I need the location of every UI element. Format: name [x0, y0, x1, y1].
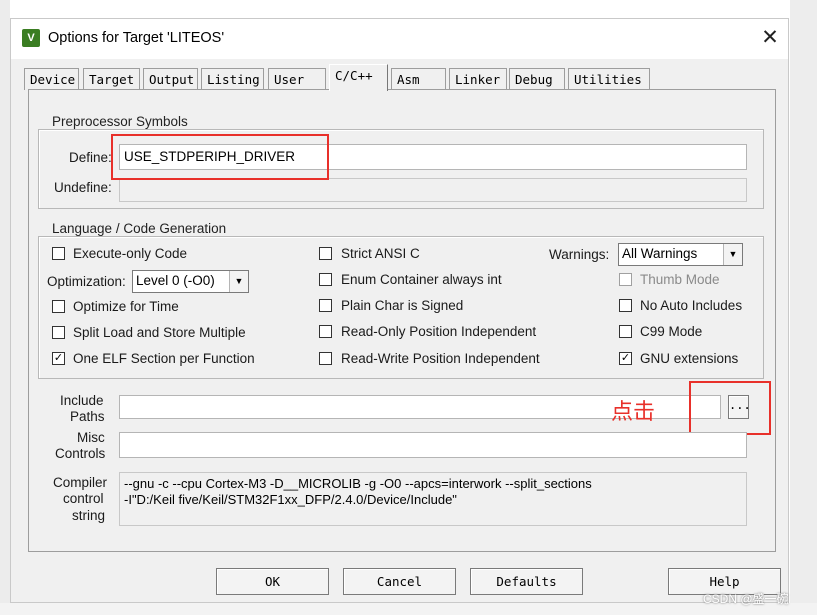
title-bar: V Options for Target 'LITEOS' ✕: [11, 19, 788, 59]
language-group-title: Language / Code Generation: [49, 221, 230, 236]
ro-pos-checkbox[interactable]: [319, 325, 332, 338]
tab-asm[interactable]: Asm: [391, 68, 446, 90]
close-icon[interactable]: ✕: [757, 25, 783, 51]
rw-pos-checkbox[interactable]: [319, 352, 332, 365]
no-auto-includes-label: No Auto Includes: [640, 298, 743, 313]
optimization-label: Optimization:: [47, 274, 126, 289]
compiler-string-line2: -I"D:/Keil five/Keil/STM32F1xx_DFP/2.4.0…: [124, 492, 457, 507]
warnings-value: All Warnings: [622, 246, 698, 261]
execute-only-checkbox[interactable]: [52, 247, 65, 260]
misc-controls-label-line2: Controls: [55, 446, 106, 461]
enum-container-label: Enum Container always int: [341, 272, 502, 287]
compiler-string-line1: --gnu -c --cpu Cortex-M3 -D__MICROLIB -g…: [124, 476, 592, 491]
split-load-checkbox[interactable]: [52, 326, 65, 339]
warnings-label: Warnings:: [549, 247, 610, 262]
keil-app-icon: V: [22, 29, 40, 47]
defaults-button[interactable]: Defaults: [470, 568, 583, 595]
tab-c-cpp[interactable]: C/C++: [329, 64, 388, 91]
rw-pos-label: Read-Write Position Independent: [341, 351, 540, 366]
plain-char-label: Plain Char is Signed: [341, 298, 464, 313]
optimize-time-checkbox[interactable]: [52, 300, 65, 313]
no-auto-includes-checkbox[interactable]: [619, 299, 632, 312]
undefine-label: Undefine:: [54, 180, 112, 195]
undefine-input[interactable]: [119, 178, 747, 202]
optimize-time-label: Optimize for Time: [73, 299, 179, 314]
preprocessor-group-title: Preprocessor Symbols: [49, 114, 191, 129]
window-title: Options for Target 'LITEOS': [48, 30, 225, 46]
browse-highlight-box: [689, 381, 771, 435]
one-elf-label: One ELF Section per Function: [73, 351, 255, 366]
gnu-extensions-checkbox[interactable]: ✓: [619, 352, 632, 365]
background-bottom: [0, 603, 817, 615]
plain-char-checkbox[interactable]: [319, 299, 332, 312]
strict-ansi-label: Strict ANSI C: [341, 246, 420, 261]
tab-user[interactable]: User: [268, 68, 326, 90]
define-label: Define:: [69, 150, 112, 165]
tab-debug[interactable]: Debug: [509, 68, 565, 90]
compiler-string-label-line3: string: [72, 508, 106, 523]
thumb-mode-checkbox[interactable]: [619, 273, 632, 286]
compiler-string-label-line1: Compiler: [53, 475, 108, 490]
strict-ansi-checkbox[interactable]: [319, 247, 332, 260]
misc-controls-input[interactable]: [119, 432, 747, 458]
tab-listing[interactable]: Listing: [201, 68, 264, 90]
tab-linker[interactable]: Linker: [449, 68, 507, 90]
cancel-button[interactable]: Cancel: [343, 568, 456, 595]
execute-only-label: Execute-only Code: [73, 246, 188, 261]
c99-mode-checkbox[interactable]: [619, 325, 632, 338]
thumb-mode-label: Thumb Mode: [640, 272, 720, 287]
tab-output[interactable]: Output: [143, 68, 198, 90]
chevron-down-icon[interactable]: ▼: [723, 244, 742, 265]
chevron-down-icon[interactable]: ▼: [229, 271, 248, 292]
define-highlight-box: [111, 134, 329, 180]
one-elf-checkbox[interactable]: ✓: [52, 352, 65, 365]
include-paths-label-line1: Include: [60, 393, 104, 408]
warnings-select[interactable]: All Warnings ▼: [618, 243, 743, 266]
background-left: [0, 0, 10, 615]
compiler-string-box[interactable]: --gnu -c --cpu Cortex-M3 -D__MICROLIB -g…: [119, 472, 747, 526]
split-load-label: Split Load and Store Multiple: [73, 325, 246, 340]
tab-target[interactable]: Target: [83, 68, 140, 90]
gnu-extensions-label: GNU extensions: [640, 351, 739, 366]
ok-button[interactable]: OK: [216, 568, 329, 595]
include-paths-label-line2: Paths: [70, 409, 105, 424]
tab-utilities[interactable]: Utilities: [568, 68, 650, 90]
background-right: [790, 0, 817, 615]
tab-device[interactable]: Device: [24, 68, 79, 90]
c99-mode-label: C99 Mode: [640, 324, 703, 339]
enum-container-checkbox[interactable]: [319, 273, 332, 286]
csdn-watermark: CSDN @盛一碗: [703, 592, 789, 606]
compiler-string-label-line2: control: [63, 491, 104, 506]
click-annotation: 点击: [611, 399, 656, 424]
ro-pos-label: Read-Only Position Independent: [341, 324, 537, 339]
optimization-select[interactable]: Level 0 (-O0) ▼: [132, 270, 249, 293]
options-dialog: V Options for Target 'LITEOS' ✕ Device T…: [10, 18, 789, 603]
misc-controls-label-line1: Misc: [77, 430, 105, 445]
optimization-value: Level 0 (-O0): [136, 273, 215, 288]
